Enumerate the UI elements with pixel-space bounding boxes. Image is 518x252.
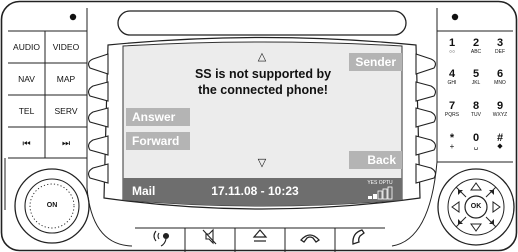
key-7[interactable]: 7 PQRS	[443, 101, 461, 119]
key-2[interactable]: 2 ABC	[467, 38, 485, 56]
ok-button-label: OK	[470, 203, 482, 210]
right-indicator-dot	[451, 13, 459, 21]
audio-button[interactable]: AUDIO	[9, 43, 44, 52]
key-1[interactable]: 1 ○○	[443, 38, 461, 56]
nav-button[interactable]: NAV	[9, 75, 44, 84]
answer-softkey[interactable]: Answer	[126, 108, 190, 126]
next-track-icon[interactable]: ⏭	[46, 139, 86, 148]
key-star[interactable]: * +	[443, 133, 461, 151]
status-operator: YES OPTU	[367, 180, 393, 186]
forward-softkey[interactable]: Forward	[126, 132, 190, 150]
key-3[interactable]: 3 DEF	[491, 38, 509, 56]
video-button[interactable]: VIDEO	[46, 43, 86, 52]
key-9[interactable]: 9 WXYZ	[491, 101, 509, 119]
key-hash[interactable]: # ◆	[491, 133, 509, 151]
key-4[interactable]: 4 GHI	[443, 69, 461, 87]
cd-slot	[117, 10, 407, 36]
scroll-up-icon[interactable]: △	[255, 50, 269, 63]
serv-button[interactable]: SERV	[46, 107, 86, 116]
map-button[interactable]: MAP	[46, 75, 86, 84]
status-datetime: 17.11.08 - 10:23	[211, 184, 299, 198]
message-line-2: the connected phone!	[198, 83, 328, 97]
head-unit	[0, 0, 518, 252]
back-softkey[interactable]: Back	[349, 151, 402, 169]
tel-button[interactable]: TEL	[9, 107, 44, 116]
power-button-label: ON	[46, 202, 58, 209]
scroll-down-icon[interactable]: ▽	[255, 156, 269, 169]
previous-track-icon[interactable]: ⏮	[9, 139, 44, 148]
key-8[interactable]: 8 TUV	[467, 101, 485, 119]
key-6[interactable]: 6 MNO	[491, 69, 509, 87]
status-app-name: Mail	[132, 184, 156, 198]
left-indicator-dot	[69, 13, 77, 21]
key-0[interactable]: 0 ␣	[467, 133, 485, 151]
key-5[interactable]: 5 JKL	[467, 69, 485, 87]
message-line-1: SS is not supported by	[194, 67, 332, 81]
sender-softkey[interactable]: Sender	[349, 53, 402, 71]
